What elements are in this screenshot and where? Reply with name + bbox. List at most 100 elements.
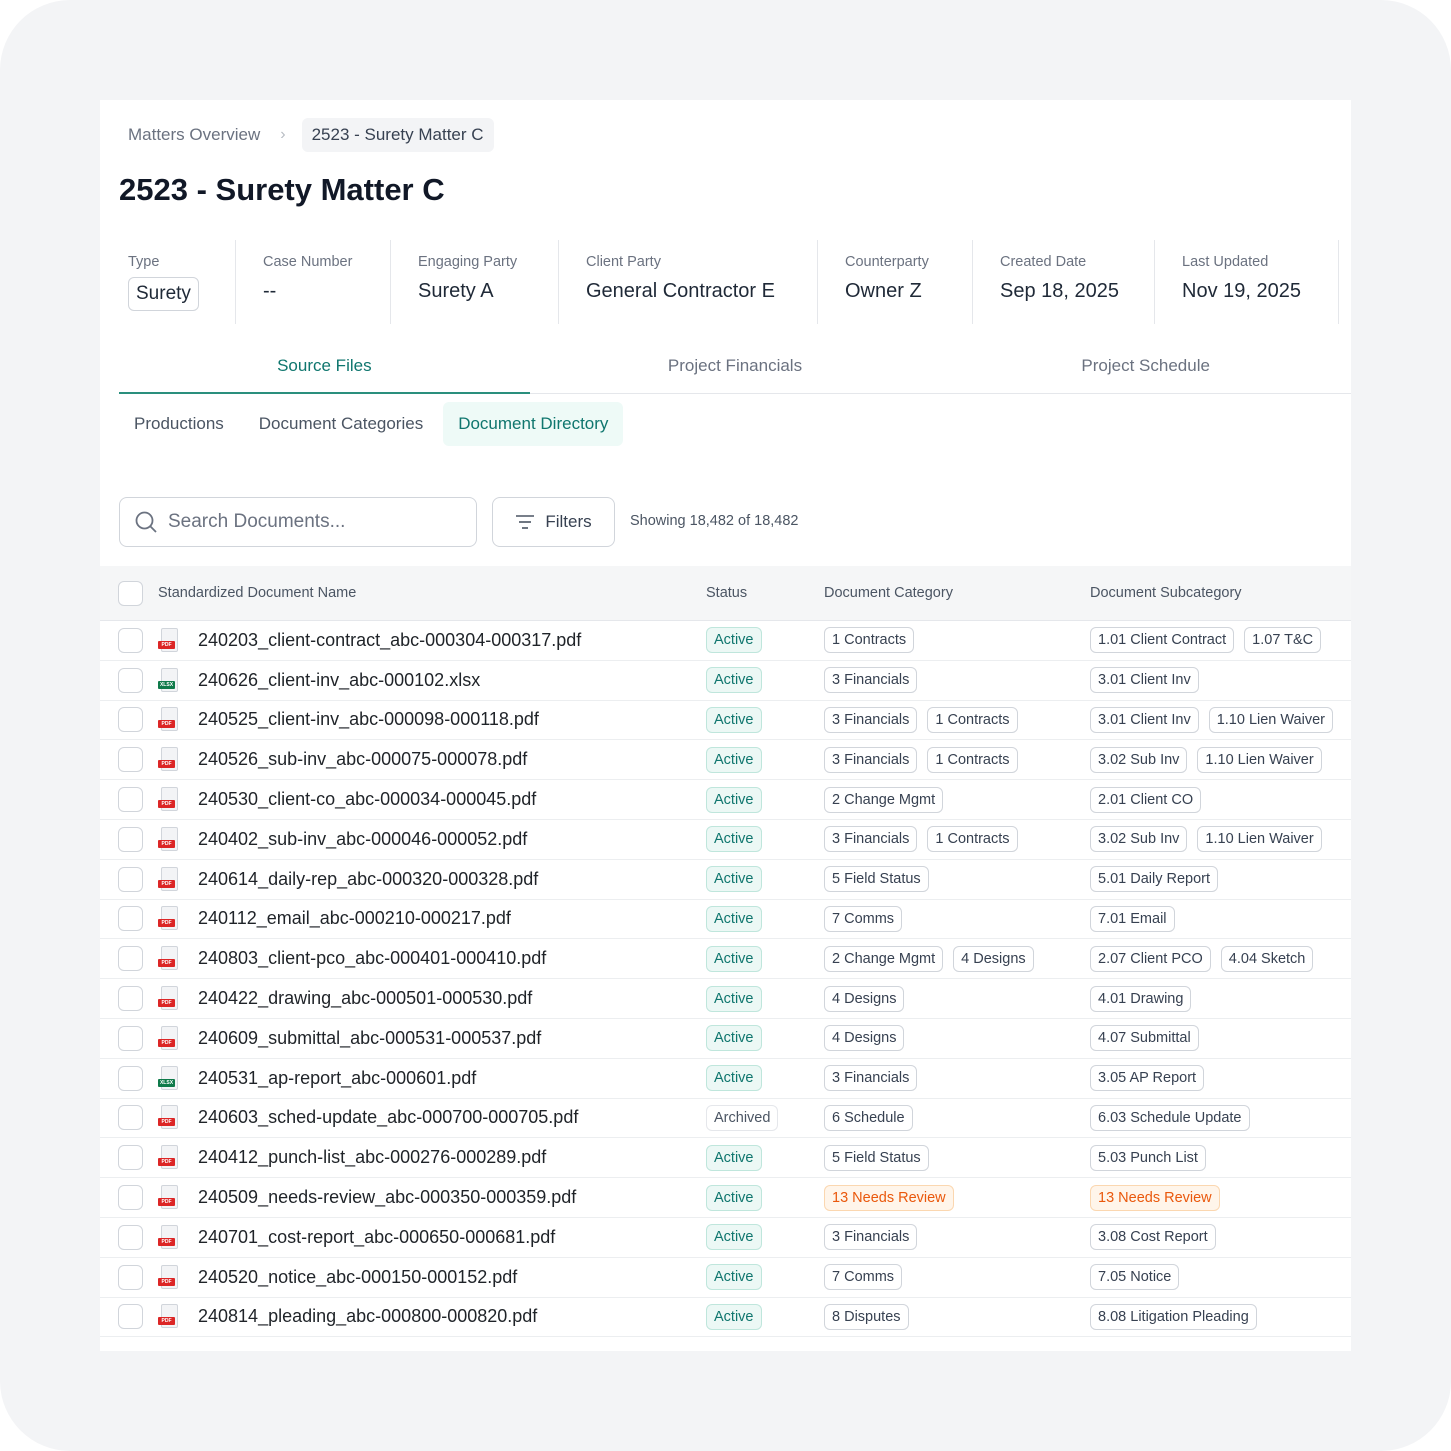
column-header-status[interactable]: Status: [706, 566, 747, 620]
table-row[interactable]: PDF 240112_email_abc-000210-000217.pdf Act…: [100, 900, 1351, 940]
row-checkbox[interactable]: [118, 1145, 143, 1171]
subcategory-tag[interactable]: 5.01 Daily Report: [1090, 866, 1219, 893]
category-tag[interactable]: 1 Contracts: [824, 627, 915, 654]
subcategory-tag[interactable]: 3.08 Cost Report: [1090, 1224, 1216, 1251]
filters-button[interactable]: Filters: [492, 497, 615, 547]
category-tag[interactable]: 7 Comms: [824, 905, 903, 932]
category-tag[interactable]: 1 Contracts: [927, 826, 1018, 853]
row-checkbox[interactable]: [118, 1304, 143, 1330]
table-row[interactable]: PDF 240530_client-co_abc-000034-000045.pd…: [100, 780, 1351, 820]
row-checkbox[interactable]: [118, 826, 143, 852]
table-row[interactable]: PDF 240609_submittal_abc-000531-000537.pd…: [100, 1019, 1351, 1059]
document-name[interactable]: 240520_notice_abc-000150-000152.pdf: [198, 1258, 517, 1297]
subcategory-tag[interactable]: 3.01 Client Inv: [1090, 706, 1199, 733]
subcategory-tag[interactable]: 2.07 Client PCO: [1090, 945, 1211, 972]
table-row[interactable]: PDF 240509_needs-review_abc-000350-000359…: [100, 1178, 1351, 1218]
subcategory-tag[interactable]: 1.10 Lien Waiver: [1197, 826, 1322, 853]
subcategory-tag[interactable]: 1.10 Lien Waiver: [1208, 706, 1333, 733]
table-row[interactable]: PDF 240402_sub-inv_abc-000046-000052.pdf A…: [100, 820, 1351, 860]
category-tag[interactable]: 2 Change Mgmt: [824, 786, 944, 813]
document-name[interactable]: 240112_email_abc-000210-000217.pdf: [198, 900, 511, 939]
category-tag[interactable]: 3 Financials: [824, 1065, 918, 1092]
row-checkbox[interactable]: [118, 667, 143, 693]
table-row[interactable]: PDF 240526_sub-inv_abc-000075-000078.pdf A…: [100, 740, 1351, 781]
table-row[interactable]: PDF 240614_daily-rep_abc-000320-000328.pd…: [100, 860, 1351, 900]
subtab-productions[interactable]: Productions: [119, 402, 239, 446]
category-tag[interactable]: 8 Disputes: [824, 1303, 909, 1330]
column-header-name[interactable]: Standardized Document Name: [158, 566, 356, 620]
document-name[interactable]: 240531_ap-report_abc-000601.pdf: [198, 1059, 476, 1098]
category-tag[interactable]: 1 Contracts: [927, 746, 1018, 773]
category-tag[interactable]: 5 Field Status: [824, 866, 929, 893]
subcategory-tag[interactable]: 7.05 Notice: [1090, 1264, 1180, 1291]
document-name[interactable]: 240626_client-inv_abc-000102.xlsx: [198, 661, 480, 700]
category-tag[interactable]: 3 Financials: [824, 1224, 918, 1251]
subcategory-tag[interactable]: 5.03 Punch List: [1090, 1144, 1206, 1171]
tab-source-files[interactable]: Source Files: [119, 346, 530, 394]
subcategory-tag[interactable]: 13 Needs Review: [1090, 1184, 1220, 1211]
subcategory-tag[interactable]: 1.01 Client Contract: [1090, 627, 1235, 654]
category-tag[interactable]: 4 Designs: [824, 1025, 905, 1052]
category-tag[interactable]: 3 Financials: [824, 706, 918, 733]
subcategory-tag[interactable]: 2.01 Client CO: [1090, 786, 1202, 813]
table-row[interactable]: PDF 240412_punch-list_abc-000276-000289.p…: [100, 1138, 1351, 1179]
document-name[interactable]: 240803_client-pco_abc-000401-000410.pdf: [198, 939, 546, 978]
subtab-document-categories[interactable]: Document Categories: [244, 402, 438, 446]
subcategory-tag[interactable]: 1.10 Lien Waiver: [1197, 746, 1322, 773]
document-name[interactable]: 240203_client-contract_abc-000304-000317…: [198, 621, 581, 660]
row-checkbox[interactable]: [118, 946, 143, 972]
row-checkbox[interactable]: [118, 906, 143, 932]
category-tag[interactable]: 1 Contracts: [927, 706, 1018, 733]
row-checkbox[interactable]: [118, 707, 143, 733]
row-checkbox[interactable]: [118, 986, 143, 1012]
document-name[interactable]: 240614_daily-rep_abc-000320-000328.pdf: [198, 860, 538, 899]
subcategory-tag[interactable]: 3.02 Sub Inv: [1090, 746, 1188, 773]
column-header-subcategory[interactable]: Document Subcategory: [1090, 566, 1242, 620]
row-checkbox[interactable]: [118, 1105, 143, 1131]
document-name[interactable]: 240525_client-inv_abc-000098-000118.pdf: [198, 701, 539, 740]
document-name[interactable]: 240530_client-co_abc-000034-000045.pdf: [198, 780, 536, 819]
tab-project-schedule[interactable]: Project Schedule: [940, 346, 1351, 393]
table-row[interactable]: PDF 240701_cost-report_abc-000650-000681.…: [100, 1218, 1351, 1258]
column-header-category[interactable]: Document Category: [824, 566, 953, 620]
table-row[interactable]: PDF 240422_drawing_abc-000501-000530.pdf A…: [100, 979, 1351, 1019]
subcategory-tag[interactable]: 7.01 Email: [1090, 905, 1175, 932]
tab-project-financials[interactable]: Project Financials: [530, 346, 941, 393]
subcategory-tag[interactable]: 3.01 Client Inv: [1090, 667, 1199, 694]
subcategory-tag[interactable]: 3.05 AP Report: [1090, 1065, 1205, 1092]
category-tag[interactable]: 4 Designs: [953, 945, 1034, 972]
subtab-document-directory[interactable]: Document Directory: [443, 402, 624, 446]
row-checkbox[interactable]: [118, 1065, 143, 1091]
row-checkbox[interactable]: [118, 787, 143, 813]
subcategory-tag[interactable]: 8.08 Litigation Pleading: [1090, 1303, 1257, 1330]
subcategory-tag[interactable]: 6.03 Schedule Update: [1090, 1104, 1250, 1131]
table-row[interactable]: PDF 240203_client-contract_abc-000304-000…: [100, 621, 1351, 661]
category-tag[interactable]: 5 Field Status: [824, 1144, 929, 1171]
document-name[interactable]: 240814_pleading_abc-000800-000820.pdf: [198, 1298, 537, 1337]
search-input[interactable]: [168, 511, 458, 533]
table-row[interactable]: XLSX 240531_ap-report_abc-000601.pdf Activ…: [100, 1059, 1351, 1099]
document-name[interactable]: 240422_drawing_abc-000501-000530.pdf: [198, 979, 532, 1018]
document-name[interactable]: 240412_punch-list_abc-000276-000289.pdf: [198, 1138, 546, 1177]
category-tag[interactable]: 6 Schedule: [824, 1104, 913, 1131]
document-name[interactable]: 240603_sched-update_abc-000700-000705.pd…: [198, 1099, 578, 1138]
subcategory-tag[interactable]: 1.07 T&C: [1244, 627, 1322, 654]
subcategory-tag[interactable]: 4.07 Submittal: [1090, 1025, 1199, 1052]
category-tag[interactable]: 7 Comms: [824, 1264, 903, 1291]
row-checkbox[interactable]: [118, 627, 143, 653]
category-tag[interactable]: 13 Needs Review: [824, 1184, 954, 1211]
row-checkbox[interactable]: [118, 866, 143, 892]
document-name[interactable]: 240402_sub-inv_abc-000046-000052.pdf: [198, 820, 527, 859]
document-name[interactable]: 240701_cost-report_abc-000650-000681.pdf: [198, 1218, 555, 1257]
category-tag[interactable]: 3 Financials: [824, 746, 918, 773]
subcategory-tag[interactable]: 3.02 Sub Inv: [1090, 826, 1188, 853]
subcategory-tag[interactable]: 4.04 Sketch: [1220, 945, 1314, 972]
select-all-checkbox[interactable]: [118, 580, 143, 606]
table-row[interactable]: PDF 240814_pleading_abc-000800-000820.pdf…: [100, 1298, 1351, 1338]
document-name[interactable]: 240526_sub-inv_abc-000075-000078.pdf: [198, 740, 527, 779]
table-row[interactable]: PDF 240803_client-pco_abc-000401-000410.p…: [100, 939, 1351, 980]
category-tag[interactable]: 4 Designs: [824, 985, 905, 1012]
table-row[interactable]: PDF 240520_notice_abc-000150-000152.pdf Ac…: [100, 1258, 1351, 1298]
category-tag[interactable]: 3 Financials: [824, 667, 918, 694]
row-checkbox[interactable]: [118, 1224, 143, 1250]
